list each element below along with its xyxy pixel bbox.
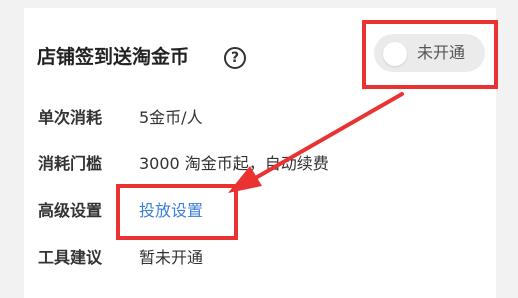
annotation-arrow — [228, 92, 404, 193]
